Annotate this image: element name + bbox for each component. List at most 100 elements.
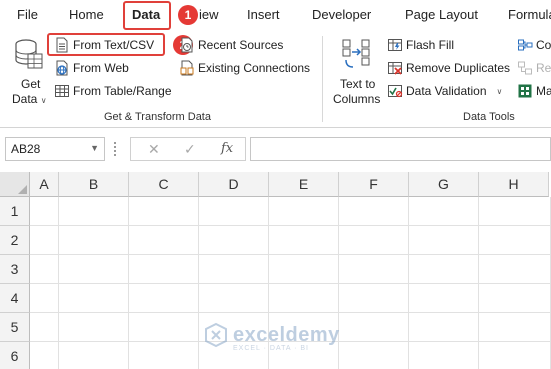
cell-g5[interactable] — [409, 313, 479, 342]
tab-page-layout[interactable]: Page Layout — [405, 7, 478, 22]
cell-a6[interactable] — [30, 342, 59, 369]
text-to-columns-button[interactable]: Text to Columns — [332, 38, 384, 106]
cell-g4[interactable] — [409, 284, 479, 313]
cell-d4[interactable] — [199, 284, 269, 313]
formula-bar-buttons: ✕ ✓ fx — [130, 137, 246, 161]
manage-data-model-label: Ma — [536, 84, 551, 98]
get-data-button[interactable]: Get Data ∨ — [8, 38, 48, 106]
tab-view[interactable]: iew — [199, 7, 219, 22]
cell-h5[interactable] — [479, 313, 551, 342]
cell-b1[interactable] — [59, 197, 129, 226]
tab-home[interactable]: Home — [69, 7, 104, 22]
existing-connections-button[interactable]: Existing Connections — [179, 60, 310, 76]
cell-d2[interactable] — [199, 226, 269, 255]
cell-f6[interactable] — [339, 342, 409, 369]
cell-h2[interactable] — [479, 226, 551, 255]
cell-b4[interactable] — [59, 284, 129, 313]
cell-d3[interactable] — [199, 255, 269, 284]
cell-c2[interactable] — [129, 226, 199, 255]
group-label-data-tools: Data Tools — [463, 111, 515, 123]
tab-developer[interactable]: Developer — [312, 7, 371, 22]
tab-formulas[interactable]: Formula — [508, 7, 551, 22]
cell-e2[interactable] — [269, 226, 339, 255]
existing-connections-icon — [180, 60, 194, 76]
from-text-csv-label: From Text/CSV — [73, 38, 155, 52]
ribbon-tab-bar: File Home Data 1 iew Insert Developer Pa… — [0, 0, 551, 32]
cell-h6[interactable] — [479, 342, 551, 369]
cell-c5[interactable] — [129, 313, 199, 342]
cell-a2[interactable] — [30, 226, 59, 255]
ribbon-data: Get Data ∨ From Text/CSV 2 From Web From… — [0, 32, 551, 128]
manage-data-model-button[interactable]: Ma — [517, 83, 551, 99]
manage-data-model-icon — [518, 84, 532, 98]
cell-a5[interactable] — [30, 313, 59, 342]
data-validation-button[interactable]: Data Validation ∨ — [387, 83, 502, 99]
existing-connections-label: Existing Connections — [198, 61, 311, 75]
relationships-icon — [518, 61, 532, 75]
cell-g6[interactable] — [409, 342, 479, 369]
get-data-label-1: Get — [21, 77, 41, 91]
formula-bar: AB28 ▼ ✕ ✓ fx — [0, 128, 551, 172]
cell-h3[interactable] — [479, 255, 551, 284]
cell-f5[interactable] — [339, 313, 409, 342]
consolidate-button[interactable]: Co — [517, 37, 551, 53]
cell-c4[interactable] — [129, 284, 199, 313]
consolidate-icon — [518, 39, 533, 51]
data-validation-label: Data Validation — [406, 84, 487, 98]
database-icon — [15, 39, 43, 69]
text-to-columns-label-2: Columns — [333, 92, 381, 106]
cell-a1[interactable] — [30, 197, 59, 226]
from-table-range-button[interactable]: From Table/Range — [54, 83, 172, 99]
name-box-value: AB28 — [11, 142, 41, 156]
cell-d1[interactable] — [199, 197, 269, 226]
cell-b5[interactable] — [59, 313, 129, 342]
remove-duplicates-label: Remove Duplicates — [406, 61, 511, 75]
flash-fill-label: Flash Fill — [406, 38, 455, 52]
from-table-range-label: From Table/Range — [73, 84, 172, 98]
remove-duplicates-icon — [388, 62, 402, 75]
from-web-button[interactable]: From Web — [54, 60, 129, 76]
tab-insert[interactable]: Insert — [247, 7, 280, 22]
name-box[interactable]: AB28 ▼ — [5, 137, 105, 161]
flash-fill-button[interactable]: Flash Fill — [387, 37, 454, 53]
insert-function-icon[interactable]: fx — [221, 141, 233, 156]
cell-f2[interactable] — [339, 226, 409, 255]
exceldemy-watermark: exceldemy EXCEL · DATA · BI — [203, 322, 340, 352]
cell-f1[interactable] — [339, 197, 409, 226]
cell-f4[interactable] — [339, 284, 409, 313]
cell-b6[interactable] — [59, 342, 129, 369]
text-file-icon — [56, 37, 68, 53]
cell-e3[interactable] — [269, 255, 339, 284]
cell-c3[interactable] — [129, 255, 199, 284]
cell-g1[interactable] — [409, 197, 479, 226]
cell-f3[interactable] — [339, 255, 409, 284]
cell-b3[interactable] — [59, 255, 129, 284]
formula-bar-grip[interactable] — [114, 142, 117, 156]
data-validation-icon — [388, 85, 403, 98]
cell-e1[interactable] — [269, 197, 339, 226]
cell-c6[interactable] — [129, 342, 199, 369]
recent-sources-label: Recent Sources — [198, 38, 284, 52]
enter-icon[interactable]: ✓ — [184, 141, 196, 158]
cell-b2[interactable] — [59, 226, 129, 255]
cell-g3[interactable] — [409, 255, 479, 284]
tab-file[interactable]: File — [17, 7, 38, 22]
cell-h1[interactable] — [479, 197, 551, 226]
relationships-button[interactable]: Rel — [517, 60, 551, 76]
recent-sources-icon — [181, 37, 193, 53]
cell-e4[interactable] — [269, 284, 339, 313]
recent-sources-button[interactable]: Recent Sources — [179, 37, 283, 53]
remove-duplicates-button[interactable]: Remove Duplicates — [387, 60, 510, 76]
cancel-icon[interactable]: ✕ — [148, 141, 160, 158]
watermark-tagline: EXCEL · DATA · BI — [233, 345, 309, 352]
cell-a3[interactable] — [30, 255, 59, 284]
from-web-label: From Web — [73, 61, 129, 75]
cell-h4[interactable] — [479, 284, 551, 313]
cell-a4[interactable] — [30, 284, 59, 313]
from-text-csv-button[interactable]: From Text/CSV — [54, 37, 154, 53]
formula-input[interactable] — [250, 137, 551, 161]
name-box-dropdown-icon[interactable]: ▼ — [90, 143, 99, 153]
cell-g2[interactable] — [409, 226, 479, 255]
cell-c1[interactable] — [129, 197, 199, 226]
ribbon-group-separator — [322, 36, 323, 122]
